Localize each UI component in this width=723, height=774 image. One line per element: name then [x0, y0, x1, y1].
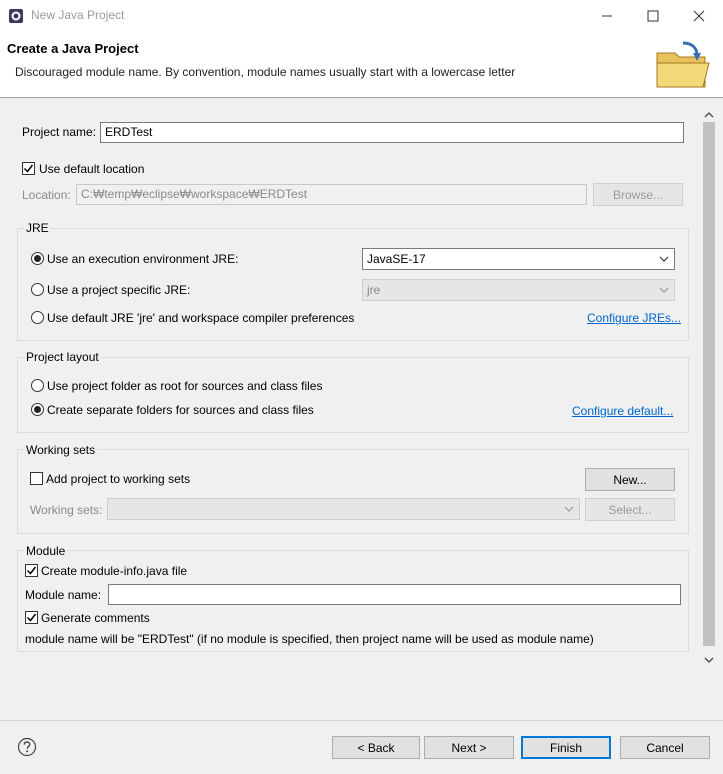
- layout-separate-folders-radio[interactable]: [31, 403, 44, 416]
- cancel-button[interactable]: Cancel: [620, 736, 710, 759]
- module-name-label: Module name:: [25, 588, 102, 602]
- jre-exec-env-radio[interactable]: [31, 252, 44, 265]
- layout-separate-folders-label: Create separate folders for sources and …: [47, 403, 314, 417]
- scroll-down-icon[interactable]: [704, 653, 714, 667]
- folder-wizard-icon: [653, 41, 713, 91]
- checkmark-icon: [23, 164, 34, 173]
- working-sets-select[interactable]: [107, 498, 580, 520]
- module-name-input[interactable]: [108, 584, 681, 605]
- select-working-set-button[interactable]: Select...: [585, 498, 675, 521]
- project-layout-group-title: Project layout: [24, 350, 101, 364]
- layout-project-root-label: Use project folder as root for sources a…: [47, 379, 323, 393]
- location-label: Location:: [22, 188, 71, 202]
- chevron-down-icon: [564, 506, 574, 512]
- location-input[interactable]: C:₩temp₩eclipse₩workspace₩ERDTest: [76, 184, 587, 205]
- maximize-button[interactable]: [630, 0, 676, 31]
- scrollbar-thumb[interactable]: [703, 122, 715, 646]
- browse-button[interactable]: Browse...: [593, 183, 683, 206]
- eclipse-app-icon: [8, 8, 24, 24]
- header-title: Create a Java Project: [7, 41, 139, 56]
- next-button[interactable]: Next >: [424, 736, 514, 759]
- scroll-up-icon[interactable]: [704, 108, 714, 122]
- maximize-icon: [647, 10, 659, 21]
- exec-env-value: JavaSE-17: [367, 252, 426, 266]
- specific-jre-select[interactable]: jre: [362, 279, 675, 301]
- minimize-icon: [602, 15, 612, 16]
- radio-dot: [34, 255, 41, 262]
- wizard-header: Create a Java Project Discouraged module…: [0, 31, 723, 98]
- checkmark-icon: [26, 613, 37, 622]
- footer-separator: [0, 720, 723, 721]
- radio-dot: [34, 406, 41, 413]
- specific-jre-value: jre: [367, 283, 381, 297]
- back-button[interactable]: < Back: [332, 736, 420, 759]
- generate-comments-label: Generate comments: [41, 611, 150, 625]
- header-message: Discouraged module name. By convention, …: [15, 65, 516, 79]
- new-working-set-button[interactable]: New...: [585, 468, 675, 491]
- create-module-info-checkbox[interactable]: [25, 564, 38, 577]
- minimize-button[interactable]: [584, 0, 630, 31]
- window-title: New Java Project: [31, 8, 125, 22]
- generate-comments-checkbox[interactable]: [25, 611, 38, 624]
- chevron-down-icon: [659, 256, 669, 262]
- working-sets-label: Working sets:: [30, 503, 103, 517]
- configure-jres-link[interactable]: Configure JREs...: [587, 311, 681, 325]
- configure-default-link[interactable]: Configure default...: [572, 404, 673, 418]
- create-module-info-label: Create module-info.java file: [41, 564, 188, 578]
- module-info-text: module name will be "ERDTest" (if no mod…: [25, 632, 594, 646]
- add-to-working-sets-label: Add project to working sets: [46, 472, 191, 486]
- help-icon[interactable]: [17, 737, 37, 760]
- checkmark-icon: [26, 566, 37, 575]
- working-sets-group: [17, 449, 689, 534]
- chevron-down-icon: [659, 287, 669, 293]
- jre-default-label: Use default JRE 'jre' and workspace comp…: [47, 311, 355, 325]
- close-button[interactable]: [676, 0, 722, 31]
- working-sets-group-title: Working sets: [24, 443, 98, 457]
- layout-project-root-radio[interactable]: [31, 379, 44, 392]
- finish-button[interactable]: Finish: [521, 736, 611, 759]
- project-name-input[interactable]: ERDTest: [100, 122, 684, 143]
- close-icon: [693, 10, 705, 21]
- jre-group-title: JRE: [24, 221, 51, 235]
- jre-default-radio[interactable]: [31, 311, 44, 324]
- jre-specific-label: Use a project specific JRE:: [47, 283, 191, 297]
- exec-env-select[interactable]: JavaSE-17: [362, 248, 675, 270]
- project-layout-group: [17, 357, 689, 433]
- use-default-location-label: Use default location: [39, 162, 145, 176]
- use-default-location-checkbox[interactable]: [22, 162, 35, 175]
- add-to-working-sets-checkbox[interactable]: [30, 472, 43, 485]
- module-group-title: Module: [24, 544, 68, 558]
- jre-specific-radio[interactable]: [31, 283, 44, 296]
- jre-exec-env-label: Use an execution environment JRE:: [47, 252, 239, 266]
- project-name-label: Project name:: [22, 125, 97, 139]
